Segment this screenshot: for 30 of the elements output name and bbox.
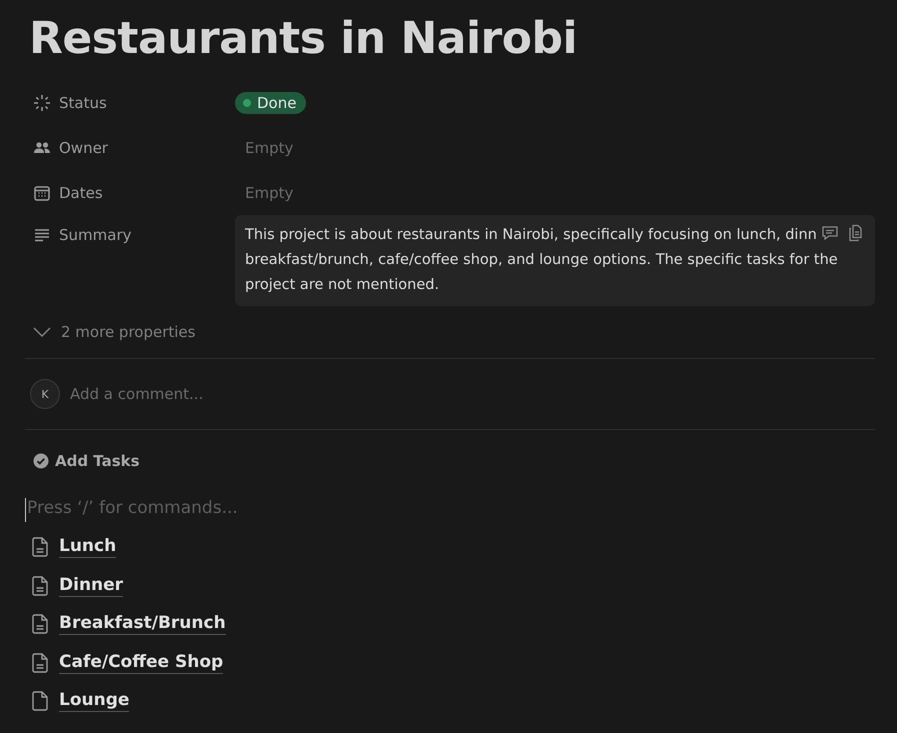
status-icon xyxy=(33,94,51,112)
document-icon xyxy=(31,576,49,596)
summary-text: project are not mentioned. xyxy=(245,276,440,295)
comment-icon[interactable] xyxy=(821,224,839,242)
user-avatar: K xyxy=(30,379,60,409)
calendar-icon xyxy=(33,184,51,202)
page-link[interactable]: Dinner xyxy=(59,574,124,597)
property-value[interactable]: Empty xyxy=(235,184,294,202)
comment-field[interactable]: Add a comment... xyxy=(70,385,204,403)
more-properties-toggle[interactable]: 2 more properties xyxy=(25,306,875,358)
document-icon xyxy=(31,537,49,558)
page-link[interactable]: Cafe/Coffee Shop xyxy=(59,652,224,674)
property-value[interactable]: Empty xyxy=(235,138,294,156)
document-icon xyxy=(31,652,49,673)
summary-text: breakfast/brunch, cafe/coffee shop, and lounge options. The specific tasks for the xyxy=(245,251,838,270)
page-title: Restaurants in Nairobi xyxy=(28,12,578,66)
property-label[interactable]: Owner xyxy=(25,138,235,156)
property-label[interactable]: Summary xyxy=(25,215,235,244)
check-circle-icon xyxy=(33,453,49,469)
page-link[interactable]: Lunch xyxy=(59,536,116,558)
summary-text: This project is about restaurants in Nairobi, specifically focusing on lunch, dinn xyxy=(245,226,817,245)
section-heading: Add Tasks xyxy=(25,430,875,472)
status-tag[interactable]: Done xyxy=(235,92,306,114)
blank-page-icon xyxy=(31,691,49,712)
property-label[interactable]: Status xyxy=(25,94,235,112)
chevron-down-icon xyxy=(33,327,51,337)
page-link[interactable]: Breakfast/Brunch xyxy=(59,613,226,636)
page-link[interactable]: Lounge xyxy=(59,690,130,712)
property-label[interactable]: Dates xyxy=(25,184,235,202)
document-icon xyxy=(31,614,49,634)
